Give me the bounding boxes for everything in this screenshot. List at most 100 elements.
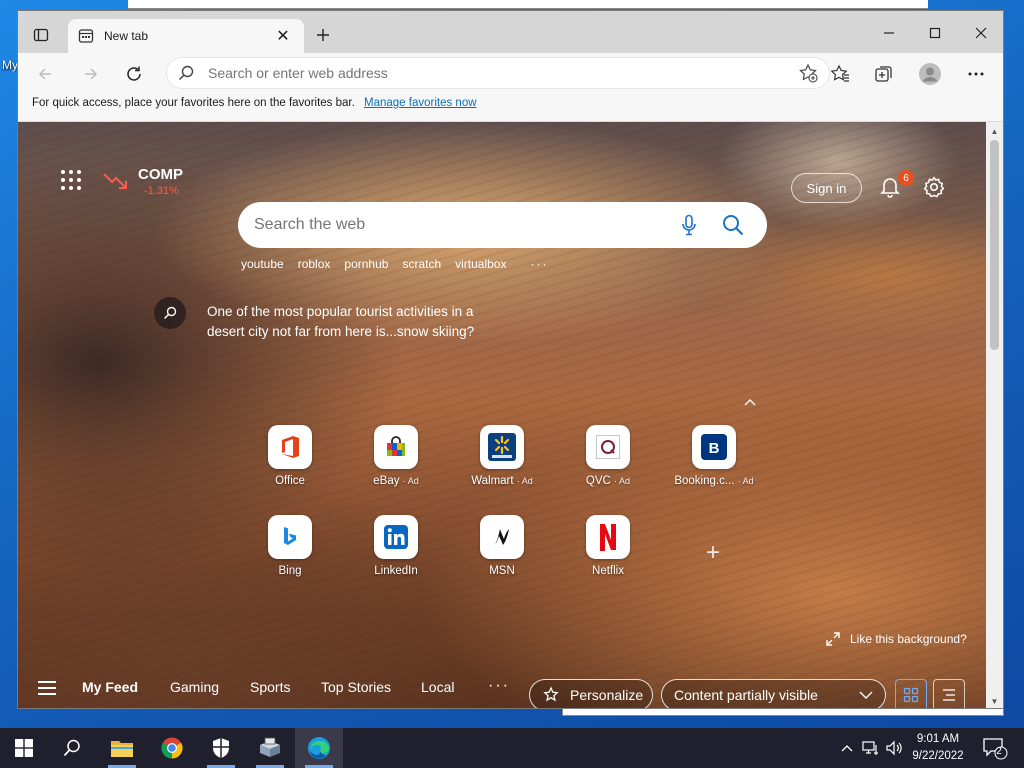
taskbar-file-explorer[interactable] [98,728,146,768]
trending-link[interactable]: scratch [402,257,441,271]
add-favorite-icon[interactable] [798,63,818,83]
ad-label: · Ad [614,476,631,486]
quick-link-bing[interactable]: Bing [237,515,343,577]
maximize-button[interactable] [912,19,958,47]
voice-search-button[interactable] [671,207,707,243]
like-background-button[interactable]: Like this background? [826,632,967,646]
quick-link-linkedin[interactable]: LinkedIn [343,515,449,577]
feed-tab-sports[interactable]: Sports [250,679,290,695]
quick-link-booking[interactable]: B Booking.c... · Ad [661,425,767,487]
favorites-bar: For quick access, place your favorites h… [18,93,1003,122]
search-fact-button[interactable] [154,297,186,329]
minimize-button[interactable] [866,19,912,47]
favorites-button[interactable] [826,60,854,88]
grid-view-button[interactable] [895,679,927,708]
taskbar-security-app[interactable] [197,728,245,768]
show-hidden-icons-button[interactable] [838,728,856,768]
background-window-bottom[interactable] [562,708,1004,716]
action-center-button[interactable]: 2 [980,728,1010,768]
taskbar-virtualbox[interactable] [246,728,294,768]
quick-link-netflix[interactable]: Netflix [555,515,661,577]
grid-dot [69,186,73,190]
content-visibility-value: Content partially visible [674,687,818,703]
quick-link-label: Booking.c... [674,475,735,487]
address-bar[interactable] [166,57,830,89]
start-button[interactable] [0,728,48,768]
taskbar-search-button[interactable] [48,728,96,768]
grid-dot [77,178,81,182]
taskbar-chrome[interactable] [148,728,196,768]
clock-date: 9/22/2022 [912,750,964,762]
feed-tab-gaming[interactable]: Gaming [170,679,219,695]
edge-icon [308,737,330,759]
bing-icon [268,515,312,559]
add-quick-link-button[interactable]: + [700,539,726,566]
close-tab-icon[interactable]: ✕ [272,25,294,47]
back-button[interactable] [32,61,58,87]
page-settings-button[interactable] [922,175,946,199]
quick-link-msn[interactable]: MSN [449,515,555,577]
feed-tab-local[interactable]: Local [421,679,454,695]
quick-link-label: QVC [585,475,611,487]
trending-link[interactable]: youtube [241,257,284,271]
system-clock[interactable]: 9:01 AM 9/22/2022 [903,731,973,765]
grid-dot [77,186,81,190]
feed-tab-my-feed[interactable]: My Feed [82,679,138,695]
scrollbar-thumb[interactable] [990,140,999,350]
volume-button[interactable] [884,728,904,768]
profile-button[interactable] [916,60,944,88]
chevron-up-icon [744,399,756,406]
trending-link[interactable]: pornhub [344,257,388,271]
svg-text:B: B [709,440,720,457]
feed-tab-top-stories[interactable]: Top Stories [321,679,391,695]
search-icon [178,65,194,81]
quick-link-ebay[interactable]: eBay · Ad [343,425,449,487]
taskbar-edge[interactable] [295,728,343,768]
collapse-quick-links-button[interactable] [742,394,758,410]
menu-line [38,681,56,683]
app-launcher-button[interactable] [58,167,82,191]
feed-more-button[interactable]: ··· [488,677,510,695]
new-tab-button[interactable] [312,24,334,46]
settings-and-more-button[interactable] [962,60,990,88]
collections-button[interactable] [870,60,898,88]
folder-icon [111,741,133,757]
grid-layout-icon [903,687,919,703]
linkedin-icon [374,515,418,559]
content-visibility-dropdown[interactable]: Content partially visible [661,679,886,708]
web-search-input[interactable] [254,216,663,234]
page-scrollbar[interactable]: ▲ ▼ [986,122,1003,708]
search-submit-button[interactable] [715,207,751,243]
manage-favorites-link[interactable]: Manage favorites now [364,97,477,109]
quick-link-walmart[interactable]: Walmart · Ad [449,425,555,487]
trending-link[interactable]: virtualbox [455,257,506,271]
network-status-button[interactable] [860,728,882,768]
close-window-button[interactable] [958,19,1003,47]
list-view-button[interactable] [933,679,965,708]
refresh-button[interactable] [121,61,147,87]
quick-link-office[interactable]: Office [237,425,343,487]
profile-avatar-icon [919,63,941,85]
sparkle-star-icon [543,686,559,702]
trending-more-button[interactable]: ··· [530,257,548,271]
personalize-button[interactable]: Personalize [529,679,653,708]
plus-icon [317,29,329,41]
walmart-icon [480,425,524,469]
trending-link[interactable]: roblox [298,257,331,271]
search-icon [723,215,744,236]
grid-dot [61,186,65,190]
background-window-top[interactable] [128,0,928,9]
forward-button[interactable] [78,61,104,87]
quick-link-qvc[interactable]: QVC · Ad [555,425,661,487]
background-fact-text[interactable]: One of the most popular tourist activiti… [207,302,477,342]
web-search-box[interactable] [238,202,767,248]
tab-actions-menu-button[interactable] [24,24,58,46]
tab-new-tab[interactable]: New tab ✕ [68,19,304,53]
new-tab-page: COMP -1.31% Sign in 6 youtube roblox por… [18,122,986,708]
desktop-icon-label[interactable]: My [2,58,18,72]
scroll-up-arrow[interactable]: ▲ [986,124,1003,138]
scroll-down-arrow[interactable]: ▼ [986,694,1003,708]
address-input[interactable] [208,65,798,81]
sign-in-button[interactable]: Sign in [791,173,862,203]
feed-menu-button[interactable] [38,681,56,695]
